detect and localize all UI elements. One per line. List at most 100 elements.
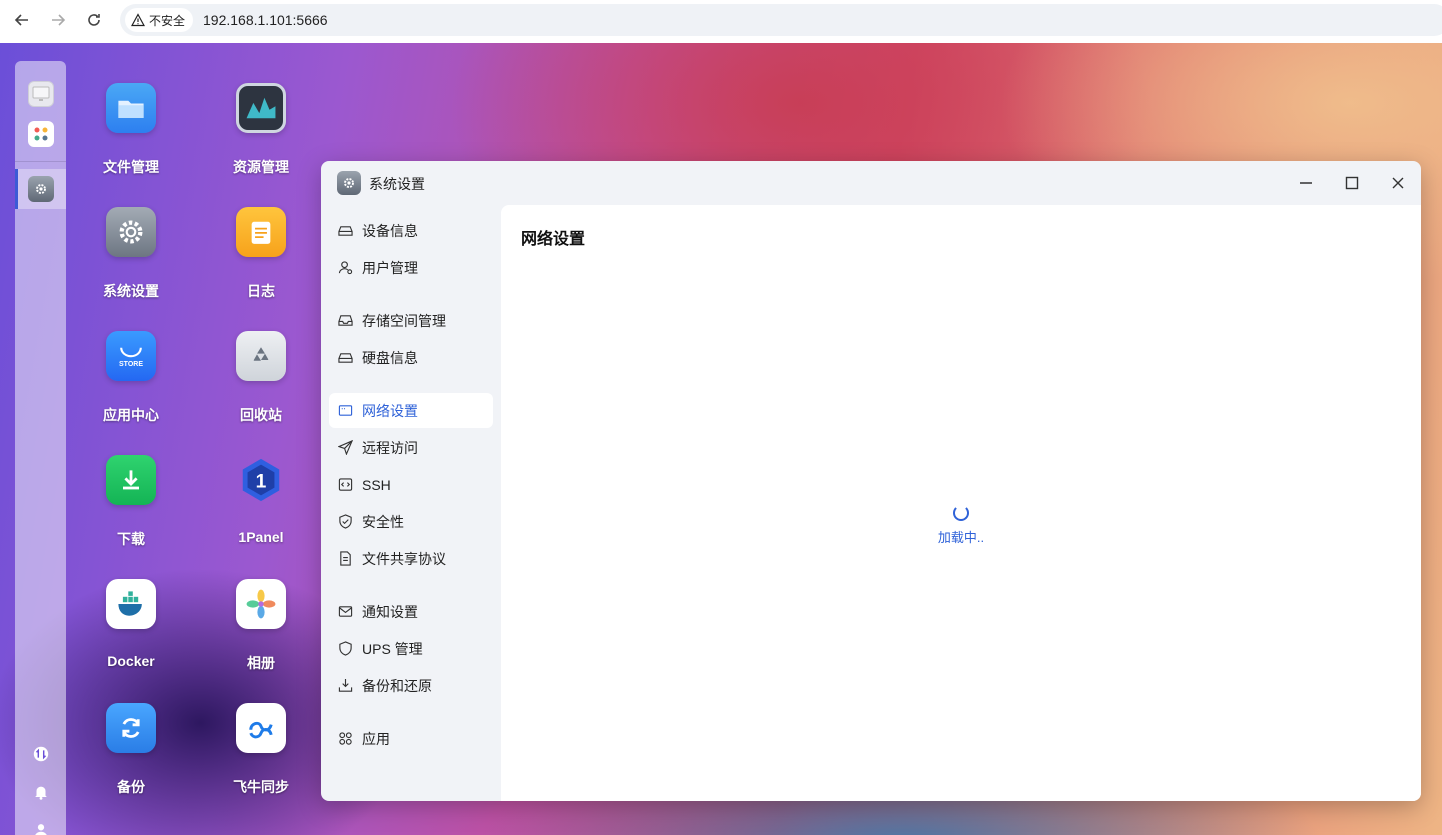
code-icon xyxy=(338,478,353,491)
app-label: 备份 xyxy=(117,779,145,795)
app-download[interactable]: 下载 xyxy=(81,455,181,549)
app-label: 应用中心 xyxy=(103,407,159,423)
app-store[interactable]: STORE 应用中心 xyxy=(81,331,181,425)
sidebar-item-label: 存储空间管理 xyxy=(362,312,446,329)
app-logs[interactable]: 日志 xyxy=(211,207,311,301)
user-button[interactable] xyxy=(28,817,54,835)
app-feiniu-sync[interactable]: 飞牛同步 xyxy=(211,703,311,797)
apps-grid-icon xyxy=(34,127,48,141)
svg-text:1: 1 xyxy=(256,472,267,493)
sidebar-item-ups[interactable]: UPS 管理 xyxy=(329,631,493,666)
sidebar-item-remote-access[interactable]: 远程访问 xyxy=(329,430,493,465)
user-icon xyxy=(35,824,47,835)
shield-icon xyxy=(339,641,352,656)
sidebar-item-apps[interactable]: 应用 xyxy=(329,721,493,756)
status-icon[interactable] xyxy=(28,741,54,767)
app-label: 相册 xyxy=(247,655,275,671)
app-launcher-icon[interactable] xyxy=(28,121,54,147)
app-recycle-bin[interactable]: 回收站 xyxy=(211,331,311,425)
security-label: 不安全 xyxy=(149,13,186,28)
reload-button[interactable] xyxy=(81,7,107,33)
sidebar-item-backup-restore[interactable]: 备份和还原 xyxy=(329,668,493,703)
monitor-icon xyxy=(32,86,50,101)
loading-indicator: 加载中.. xyxy=(931,505,991,546)
app-label: Docker xyxy=(107,653,155,669)
sidebar-item-disk-info[interactable]: 硬盘信息 xyxy=(329,340,493,375)
sidebar-item-users[interactable]: 用户管理 xyxy=(329,250,493,285)
shield-check-icon xyxy=(339,514,352,529)
reload-icon xyxy=(88,14,100,26)
arrow-left-icon xyxy=(14,14,28,26)
transfer-icon xyxy=(33,746,49,762)
bell-icon xyxy=(35,786,47,800)
sync-icon xyxy=(236,703,286,753)
sidebar-item-label: 通知设置 xyxy=(362,603,418,620)
close-button[interactable] xyxy=(1386,171,1410,195)
sidebar-item-device-info[interactable]: 设备信息 xyxy=(329,213,493,248)
browser-toolbar: 不安全 192.168.1.101:5666 xyxy=(0,0,1442,40)
sidebar-item-storage[interactable]: 存储空间管理 xyxy=(329,303,493,338)
minimize-icon xyxy=(1300,182,1312,184)
app-docker[interactable]: Docker xyxy=(81,579,181,669)
recycle-bin-icon xyxy=(236,331,286,381)
app-backup[interactable]: 备份 xyxy=(81,703,181,797)
app-file-manager[interactable]: 文件管理 xyxy=(81,83,181,177)
app-resource-monitor[interactable]: 资源管理 xyxy=(211,83,311,177)
app-label: 资源管理 xyxy=(233,159,289,175)
system-settings-window: 系统设置 设备信息 用户管理 存储空间管理 硬盘信息 网络设置 远程访问 SSH… xyxy=(321,161,1421,801)
loading-text: 加载中.. xyxy=(937,530,985,545)
mail-icon xyxy=(338,606,353,617)
gear-icon xyxy=(106,207,156,257)
backup-icon xyxy=(106,703,156,753)
app-label: 系统设置 xyxy=(103,283,159,299)
send-icon xyxy=(338,440,353,455)
maximize-button[interactable] xyxy=(1340,171,1364,195)
sidebar-item-file-sharing[interactable]: 文件共享协议 xyxy=(329,541,493,576)
app-system-settings[interactable]: 系统设置 xyxy=(81,207,181,301)
file-icon xyxy=(340,551,351,566)
app-1panel[interactable]: 1 1Panel xyxy=(211,455,311,545)
activity-monitor-icon xyxy=(236,83,286,133)
maximize-icon xyxy=(1345,176,1359,190)
sidebar-item-label: 硬盘信息 xyxy=(362,349,418,366)
sidebar-item-label: 远程访问 xyxy=(362,439,418,456)
minimize-button[interactable] xyxy=(1294,171,1318,195)
app-label: 下载 xyxy=(117,531,145,547)
close-icon xyxy=(1392,177,1404,189)
app-photos[interactable]: 相册 xyxy=(211,579,311,673)
spinner-icon xyxy=(953,505,969,521)
forward-button[interactable] xyxy=(45,7,71,33)
drive-icon xyxy=(338,353,353,363)
security-indicator[interactable]: 不安全 xyxy=(125,8,194,32)
page-title: 网络设置 xyxy=(521,231,586,248)
back-button[interactable] xyxy=(9,7,35,33)
sidebar-item-notifications[interactable]: 通知设置 xyxy=(329,594,493,629)
sidebar-item-label: 设备信息 xyxy=(362,222,418,239)
sidebar-item-label: 网络设置 xyxy=(362,402,418,419)
photos-icon xyxy=(236,579,286,629)
download-icon xyxy=(106,455,156,505)
window-gear-icon xyxy=(337,171,361,195)
users-icon xyxy=(338,261,353,275)
docker-icon xyxy=(106,579,156,629)
sidebar-item-label: 备份和还原 xyxy=(362,677,432,694)
folder-icon xyxy=(106,83,156,133)
apps-icon xyxy=(339,732,352,745)
sidebar-item-security[interactable]: 安全性 xyxy=(329,504,493,539)
desktop-icon[interactable] xyxy=(28,81,54,107)
backup-restore-icon xyxy=(338,678,353,692)
1panel-icon: 1 xyxy=(236,455,286,505)
inbox-icon xyxy=(338,315,353,326)
sidebar-item-ssh[interactable]: SSH xyxy=(329,467,493,502)
sidebar-item-label: 应用 xyxy=(362,730,390,747)
settings-dock-icon[interactable] xyxy=(28,176,54,202)
address-bar[interactable]: 不安全 192.168.1.101:5666 xyxy=(120,4,1442,36)
dock-divider xyxy=(15,161,66,162)
sidebar-item-label: 文件共享协议 xyxy=(362,550,446,567)
sidebar-item-label: 用户管理 xyxy=(362,259,418,276)
sidebar-item-network[interactable]: 网络设置 xyxy=(329,393,493,428)
notification-button[interactable] xyxy=(28,779,54,805)
app-label: 文件管理 xyxy=(103,159,159,175)
store-icon: STORE xyxy=(106,331,156,381)
dock xyxy=(15,61,66,835)
